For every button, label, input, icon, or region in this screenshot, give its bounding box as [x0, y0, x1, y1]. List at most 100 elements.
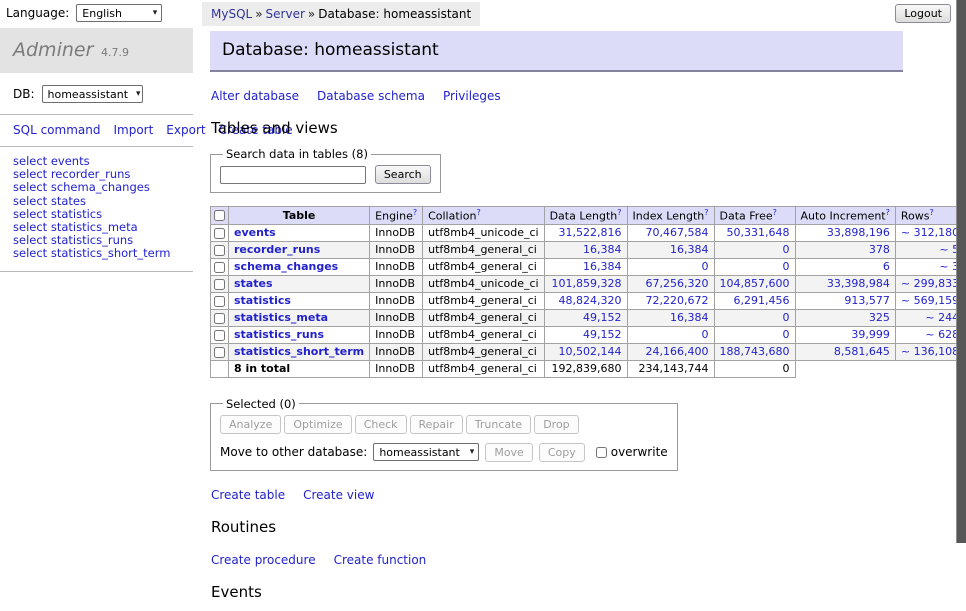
link-create-procedure[interactable]: Create procedure [211, 553, 316, 567]
overwrite-checkbox[interactable] [596, 447, 607, 458]
select-link-statistics-short-term[interactable]: select [13, 246, 47, 260]
language-select[interactable]: English ▾ [76, 4, 162, 22]
column-header-rows: Rows? [895, 207, 964, 225]
column-help-link[interactable]: ? [773, 208, 777, 217]
select-link-states[interactable]: select [13, 194, 47, 208]
repair-button[interactable]: Repair [410, 415, 463, 434]
table-link-statistics[interactable]: statistics [51, 207, 102, 221]
row-select-cell [211, 241, 229, 258]
search-input[interactable] [220, 166, 366, 184]
link-privileges[interactable]: Privileges [443, 89, 501, 103]
move-database-select[interactable]: homeassistant ▾ [373, 443, 479, 461]
table-link-statistics-short-term[interactable]: statistics_short_term [51, 246, 171, 260]
select-link-statistics[interactable]: select [13, 207, 47, 221]
link-create-view[interactable]: Create view [303, 488, 374, 502]
column-help-link[interactable]: ? [476, 208, 480, 217]
select-all-checkbox[interactable] [214, 210, 225, 221]
select-link-recorder-runs[interactable]: select [13, 167, 47, 181]
copy-button[interactable]: Copy [539, 443, 585, 462]
rows-cell: ~ 628 [895, 326, 964, 343]
logout-button[interactable]: Logout [895, 4, 951, 23]
check-button[interactable]: Check [355, 415, 407, 434]
app-version: 4.7.9 [101, 46, 129, 59]
table-link-states[interactable]: states [51, 194, 86, 208]
row-checkbox[interactable] [214, 296, 225, 307]
auto-increment-cell: 325 [795, 309, 895, 326]
row-checkbox[interactable] [214, 279, 225, 290]
engine-cell: InnoDB [370, 258, 423, 275]
data-length-cell: 49,152 [544, 309, 627, 326]
table-name-link[interactable]: statistics_meta [234, 311, 328, 324]
index-length-cell: 67,256,320 [627, 275, 714, 292]
row-checkbox[interactable] [214, 313, 225, 324]
menu-link-sql-command[interactable]: SQL command [13, 123, 100, 137]
table-name-link[interactable]: events [234, 226, 276, 239]
table-link-statistics-meta[interactable]: statistics_meta [51, 220, 138, 234]
sidebar: Adminer 4.7.9 DB: homeassistant ▾ SQL co… [0, 28, 193, 272]
move-button[interactable]: Move [485, 443, 533, 462]
link-database-schema[interactable]: Database schema [317, 89, 425, 103]
auto-increment-cell: 39,999 [795, 326, 895, 343]
row-select-cell [211, 224, 229, 241]
events-heading: Events [211, 583, 903, 601]
select-link-schema-changes[interactable]: select [13, 180, 47, 194]
select-link-events[interactable]: select [13, 154, 47, 168]
search-button[interactable]: Search [375, 165, 431, 184]
optimize-button[interactable]: Optimize [284, 415, 351, 434]
table-link-recorder-runs[interactable]: recorder_runs [51, 167, 131, 181]
engine-cell: InnoDB [370, 292, 423, 309]
breadcrumb-link-mysql[interactable]: MySQL [211, 7, 252, 21]
row-checkbox[interactable] [214, 245, 225, 256]
column-label: Engine [375, 210, 413, 223]
row-checkbox[interactable] [214, 347, 225, 358]
column-help-link[interactable]: ? [413, 208, 417, 217]
table-name-link[interactable]: statistics_runs [234, 328, 324, 341]
row-checkbox[interactable] [214, 330, 225, 341]
data-free-cell: 104,857,600 [714, 275, 795, 292]
row-checkbox[interactable] [214, 228, 225, 239]
table-name-cell: schema_changes [229, 258, 370, 275]
table-name-link[interactable]: states [234, 277, 273, 290]
rows-cell: ~ 569,159 [895, 292, 964, 309]
column-label: Table [283, 209, 316, 222]
column-help-link[interactable]: ? [929, 208, 933, 217]
menu-link-import[interactable]: Import [113, 123, 153, 137]
row-select-cell [211, 309, 229, 326]
table-name-link[interactable]: recorder_runs [234, 243, 320, 256]
scrollbar[interactable] [956, 0, 966, 543]
column-help-link[interactable]: ? [704, 208, 708, 217]
row-checkbox[interactable] [214, 262, 225, 273]
language-control: Language: English ▾ [6, 4, 162, 22]
table-name-link[interactable]: statistics_short_term [234, 345, 364, 358]
data-length-cell: 31,522,816 [544, 224, 627, 241]
column-help-link[interactable]: ? [617, 208, 621, 217]
table-link-schema-changes[interactable]: schema_changes [51, 180, 150, 194]
table-link-events[interactable]: events [51, 154, 90, 168]
table-header-row: TableEngine?Collation?Data Length?Index … [211, 207, 966, 225]
routines-links: Create procedure Create function [211, 553, 903, 567]
select-link-statistics-meta[interactable]: select [13, 220, 47, 234]
truncate-button[interactable]: Truncate [466, 415, 531, 434]
db-selector-row: DB: homeassistant ▾ [0, 73, 193, 115]
column-help-link[interactable]: ? [886, 208, 890, 217]
total-data-free-cell: 0 [714, 360, 795, 377]
select-link-statistics-runs[interactable]: select [13, 233, 47, 247]
breadcrumb-separator: » [308, 7, 315, 21]
breadcrumb-link-server[interactable]: Server [266, 7, 305, 21]
table-name-link[interactable]: schema_changes [234, 260, 338, 273]
drop-button[interactable]: Drop [534, 415, 578, 434]
table-link-statistics-runs[interactable]: statistics_runs [51, 233, 133, 247]
row-select-cell [211, 326, 229, 343]
index-length-cell: 0 [627, 258, 714, 275]
menu-link-export[interactable]: Export [166, 123, 205, 137]
link-create-function[interactable]: Create function [334, 553, 427, 567]
index-length-cell: 24,166,400 [627, 343, 714, 360]
rows-cell: ~ 244 [895, 309, 964, 326]
table-name-link[interactable]: statistics [234, 294, 291, 307]
data-free-cell: 0 [714, 258, 795, 275]
db-select[interactable]: homeassistant ▾ [42, 85, 143, 103]
table-name-cell: statistics [229, 292, 370, 309]
link-alter-database[interactable]: Alter database [211, 89, 299, 103]
link-create-table[interactable]: Create table [211, 488, 285, 502]
analyze-button[interactable]: Analyze [220, 415, 281, 434]
